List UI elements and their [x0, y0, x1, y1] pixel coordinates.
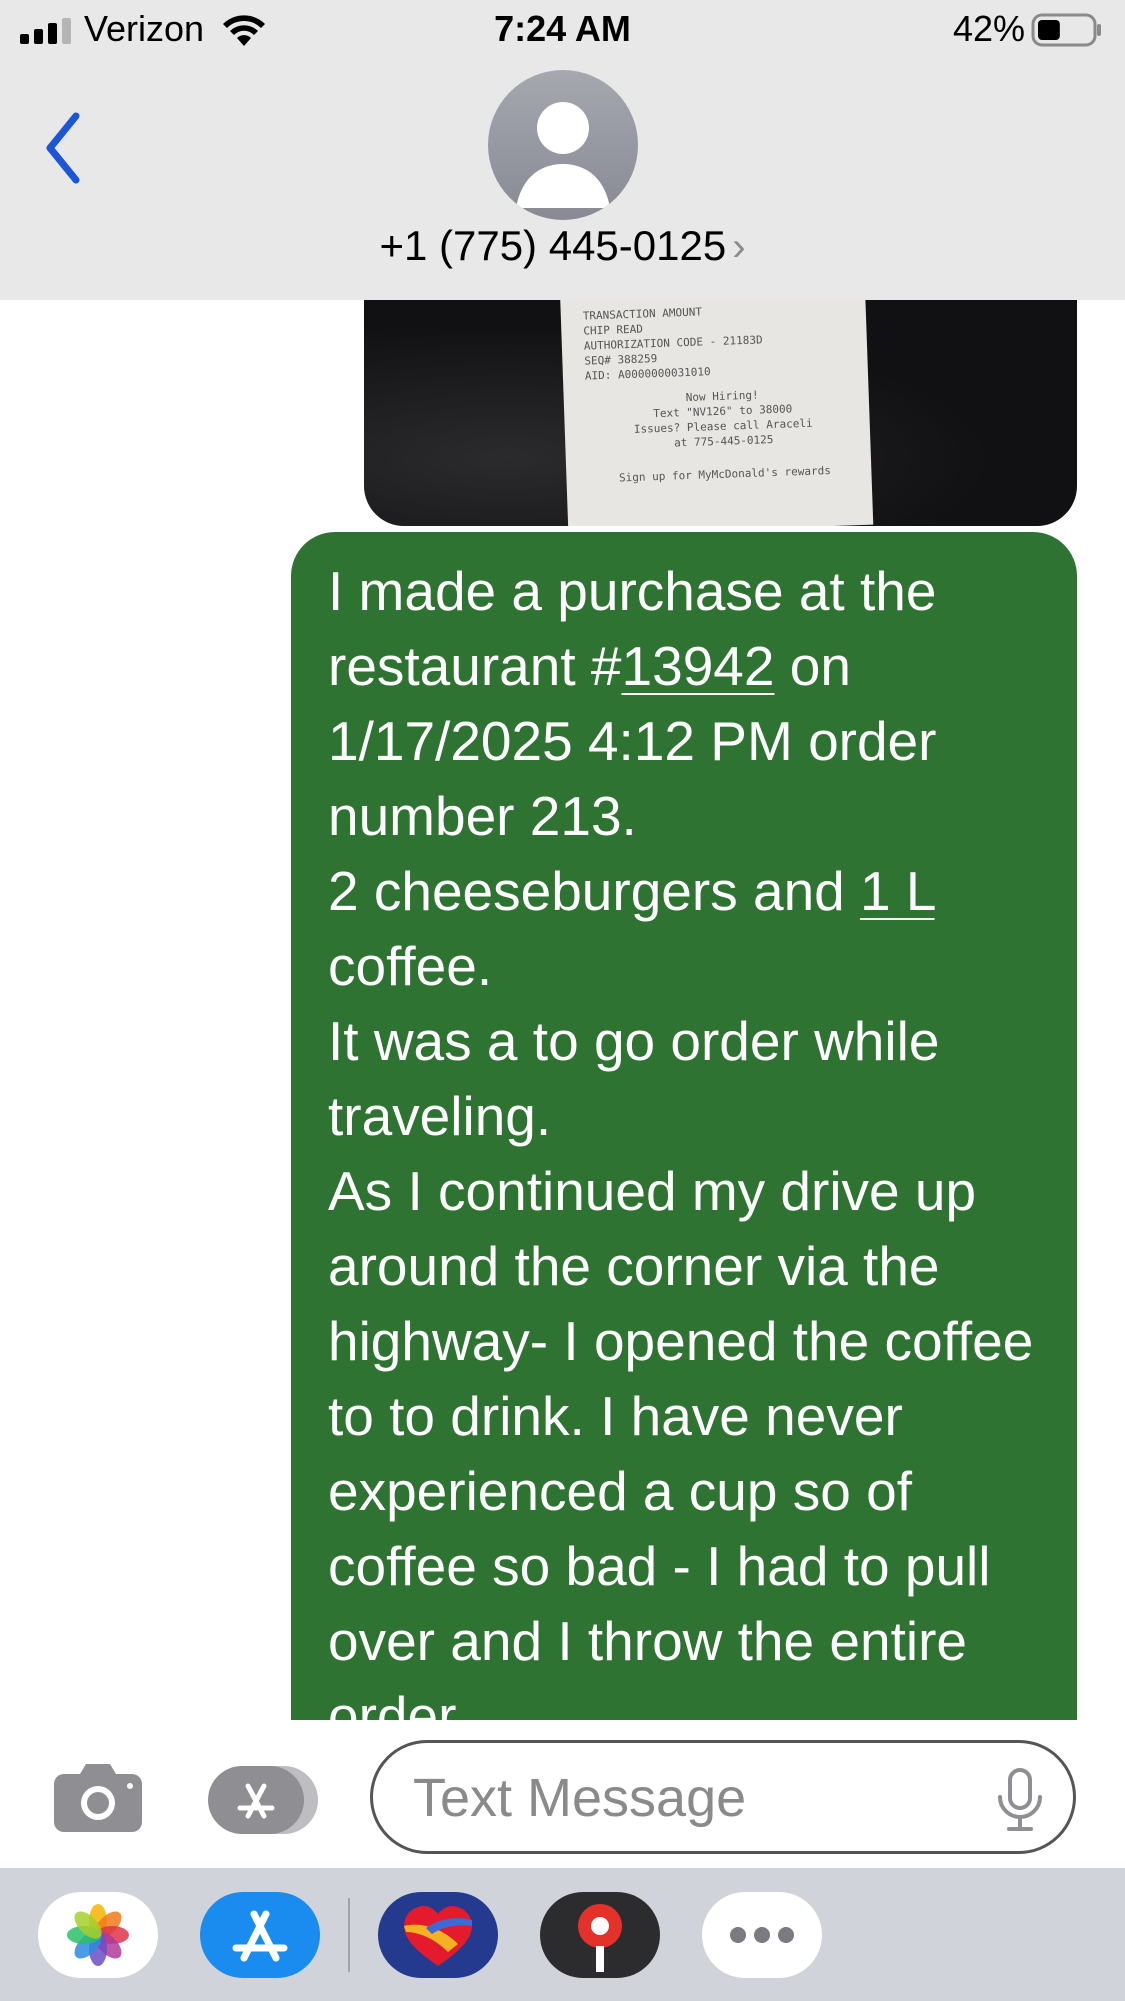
apps-button[interactable] [208, 1766, 320, 1834]
app-store-app-button[interactable] [200, 1892, 320, 1978]
microphone-button[interactable] [995, 1767, 1045, 1833]
message-text: 2 cheeseburgers and [328, 860, 861, 922]
more-apps-button[interactable] [702, 1892, 822, 1978]
message-input-field[interactable] [370, 1740, 1076, 1854]
message-text: coffee. [328, 935, 493, 997]
back-button[interactable] [40, 108, 90, 188]
battery-percent: 42% [952, 8, 1025, 49]
chevron-right-icon: › [732, 225, 746, 269]
camera-icon [54, 1764, 142, 1832]
message-paragraph: It was a to go order while traveling. [328, 1010, 940, 1147]
message-paragraph: 2 cheeseburgers and 1 L coffee. [328, 854, 1047, 1004]
battery-icon [1031, 13, 1101, 47]
message-thread[interactable]: TRANSACTION AMOUNT CHIP READ AUTHORIZATI… [0, 300, 1125, 1720]
photos-icon [67, 1904, 129, 1966]
message-paragraph: I made a purchase at the restaurant #139… [328, 554, 1047, 854]
southwest-app-button[interactable] [378, 1892, 498, 1978]
photos-app-button[interactable] [38, 1892, 158, 1978]
microphone-icon [998, 1768, 1042, 1831]
person-icon [516, 102, 610, 208]
chevron-left-icon [46, 112, 80, 184]
image-message[interactable]: TRANSACTION AMOUNT CHIP READ AUTHORIZATI… [364, 300, 1077, 526]
message-paragraph: As I continued my drive up around the co… [328, 1160, 1034, 1720]
contact-phone: +1 (775) 445-0125 [379, 222, 727, 269]
maps-app-button[interactable] [540, 1892, 660, 1978]
compose-bar [0, 1720, 1125, 1868]
more-icon [730, 1927, 794, 1943]
avatar[interactable] [488, 70, 638, 220]
volume-link[interactable]: 1 L [860, 860, 934, 922]
drawer-separator [348, 1898, 350, 1972]
camera-button[interactable] [52, 1762, 144, 1834]
receipt-photo: TRANSACTION AMOUNT CHIP READ AUTHORIZATI… [559, 300, 874, 526]
store-number-link[interactable]: 13942 [622, 635, 775, 697]
southwest-icon [404, 1906, 472, 1966]
app-store-icon [232, 1910, 288, 1962]
maps-pin-icon [578, 1904, 622, 1972]
contact-name-button[interactable]: +1 (775) 445-0125 › [0, 222, 1125, 270]
sent-message-bubble[interactable]: I made a purchase at the restaurant #139… [291, 532, 1077, 1720]
app-drawer [0, 1868, 1125, 2001]
conversation-header: +1 (775) 445-0125 › [0, 62, 1125, 301]
status-bar: Verizon 7:24 AM 42% [0, 0, 1125, 62]
message-input[interactable] [411, 1761, 975, 1835]
